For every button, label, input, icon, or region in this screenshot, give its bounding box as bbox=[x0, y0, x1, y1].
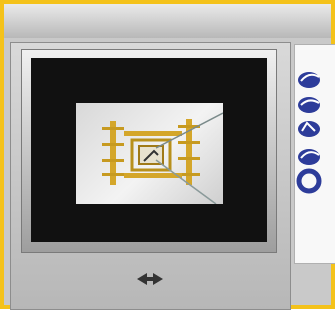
nav-control-button[interactable] bbox=[124, 254, 176, 306]
thumb-item-2[interactable] bbox=[298, 97, 320, 113]
thumb-item-5[interactable] bbox=[296, 168, 322, 194]
application-window bbox=[0, 0, 335, 310]
thumbnail-icons bbox=[296, 72, 322, 194]
main-viewer-panel bbox=[10, 42, 291, 310]
viewer-screen[interactable] bbox=[31, 58, 267, 242]
thumb-item-4[interactable] bbox=[298, 149, 320, 165]
double-arrow-icon bbox=[137, 273, 163, 285]
specimen-preview-image[interactable] bbox=[76, 103, 223, 204]
viewer-bezel bbox=[21, 49, 277, 253]
thumbnail-list bbox=[294, 44, 335, 264]
specimen-drawing bbox=[102, 112, 223, 204]
title-bar bbox=[4, 4, 331, 38]
thumb-item-3[interactable] bbox=[298, 121, 320, 137]
thumb-item-1[interactable] bbox=[298, 72, 320, 88]
